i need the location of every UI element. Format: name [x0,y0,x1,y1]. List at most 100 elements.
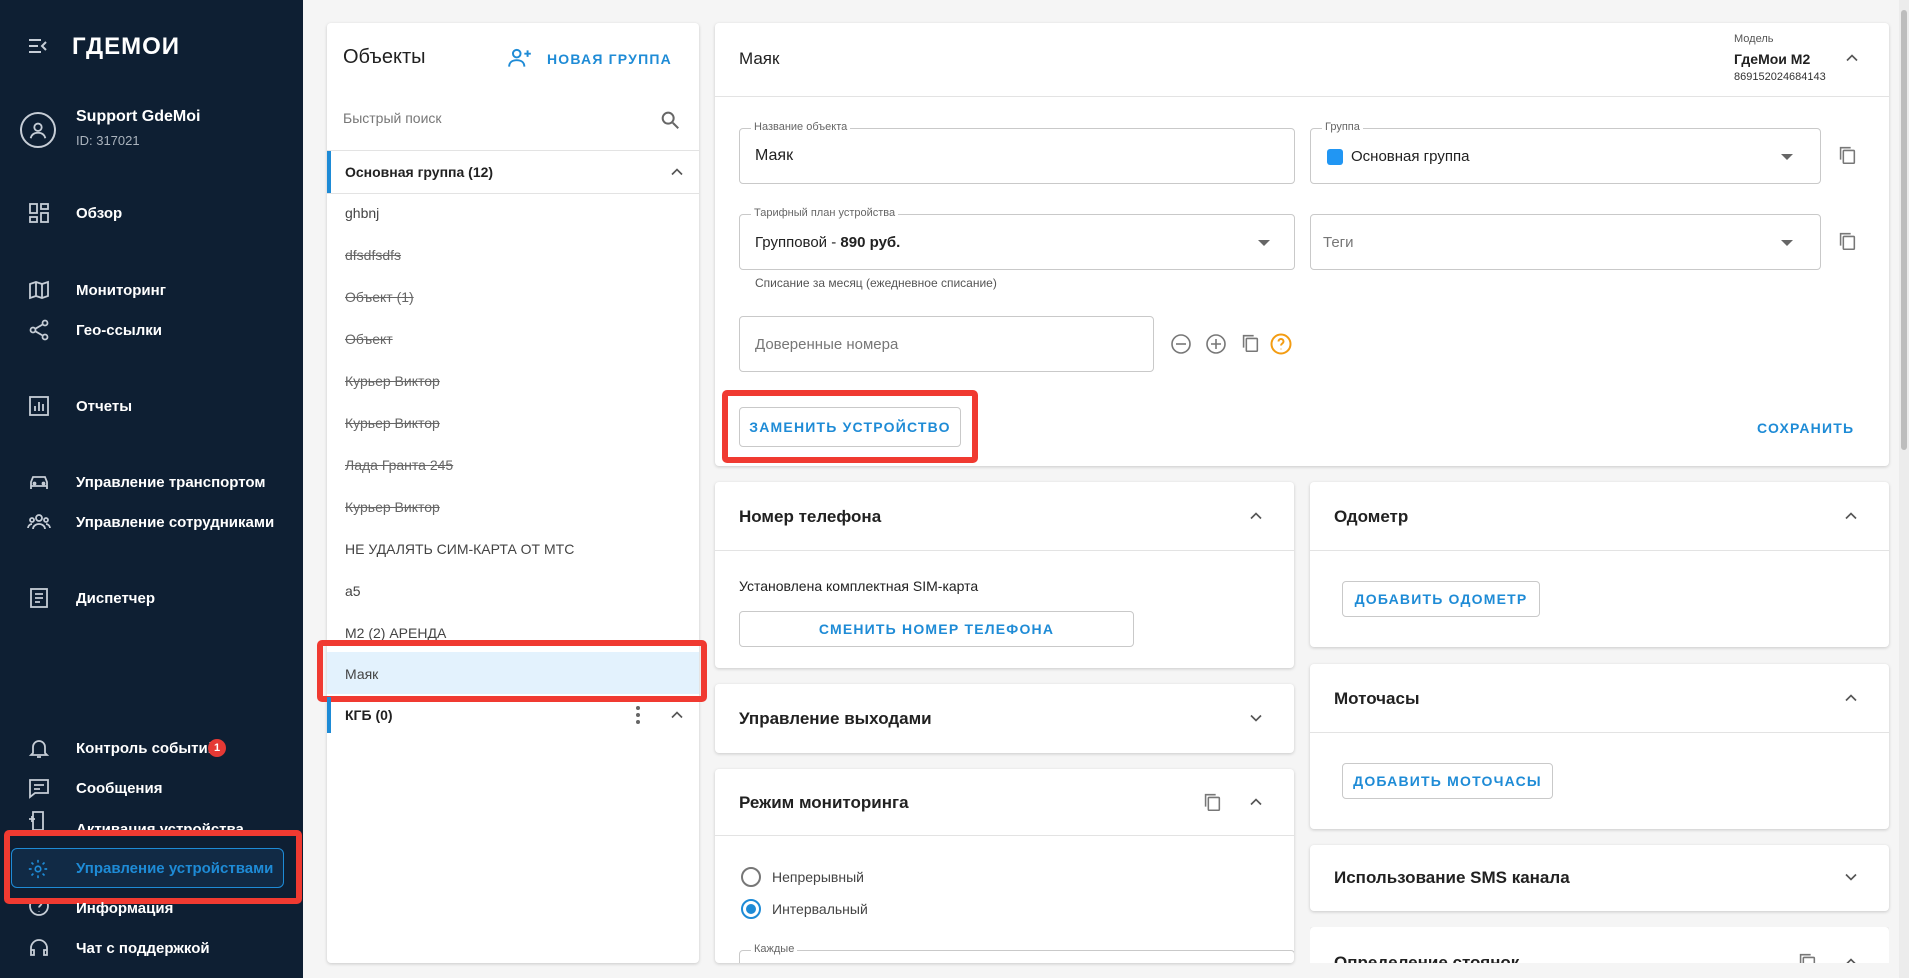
change-phone-button[interactable]: СМЕНИТЬ НОМЕР ТЕЛЕФОНА [739,611,1134,647]
interval-field[interactable]: Каждые [739,943,1294,963]
list-item[interactable]: Курьер Виктор [345,499,440,515]
add-device-icon[interactable] [24,811,54,831]
search-icon[interactable] [659,109,681,136]
objects-title: Объекты [343,46,426,68]
scrollbar-thumb[interactable] [1901,10,1907,450]
group-main-header[interactable]: Основная группа (12) [327,151,699,193]
list-item[interactable]: Объект (1) [345,289,414,305]
phone-text: Установлена комплектная SIM-карта [739,578,979,594]
model-name: ГдеМои М2 [1734,51,1811,67]
menu-item-overview[interactable]: Обзор [76,205,122,222]
map-icon[interactable] [24,275,54,305]
interval-label: Каждые [751,943,798,955]
car-icon[interactable] [24,467,54,497]
tags-select[interactable]: Теги [1310,214,1821,270]
save-button[interactable]: СОХРАНИТЬ [1757,420,1854,436]
group-kgb-name: КГБ [345,707,372,723]
object-name-value: Маяк [755,147,794,164]
list-item[interactable]: a5 [345,583,361,599]
avatar-icon[interactable] [20,112,56,148]
more-vert-icon[interactable] [635,706,641,724]
list-item[interactable]: ghbnj [345,205,379,221]
collapse-menu-icon[interactable] [26,34,50,58]
menu-item-employees[interactable]: Управление сотрудниками [76,514,274,531]
share-icon[interactable] [24,315,54,345]
monitoring-card: Режим мониторинга Непрерывный Интервальн… [715,769,1294,963]
menu-item-information[interactable]: Информация [76,900,173,917]
radio-interval[interactable] [741,899,761,919]
list-item[interactable]: M2 (2) АРЕНДА [345,625,446,641]
copy-icon[interactable] [1239,332,1261,359]
radio-continuous[interactable] [741,867,761,887]
list-item[interactable]: Курьер Виктор [345,373,440,389]
chevron-down-icon[interactable] [1841,867,1861,892]
list-item[interactable]: Курьер Виктор [345,415,440,431]
sidebar: ГДЕМОИ Support GdeMoi ID: 317021 Обзор М… [0,0,303,978]
chevron-down-icon[interactable] [1246,708,1266,733]
help-icon[interactable] [24,904,54,918]
object-name-label: Название объекта [751,121,851,133]
trusted-numbers-input[interactable]: Доверенные номера [739,316,1154,372]
chat-icon[interactable] [24,773,54,803]
remove-circle-icon[interactable] [1169,332,1193,361]
list-item[interactable]: НЕ УДАЛЯТЬ СИМ-КАРТА ОТ МТС [345,541,574,557]
chevron-down-icon [1781,240,1793,246]
menu-item-support-chat[interactable]: Чат с поддержкой [76,940,210,957]
motohours-card: Моточасы ДОБАВИТЬ МОТОЧАСЫ [1310,664,1889,829]
device-title: Маяк [739,49,780,68]
odometer-title: Одометр [1334,507,1409,526]
odometer-card: Одометр ДОБАВИТЬ ОДОМЕТР [1310,482,1889,647]
copy-icon[interactable] [1836,230,1858,257]
menu-item-events[interactable]: Контроль событий [76,740,217,757]
add-motohours-button[interactable]: ДОБАВИТЬ МОТОЧАСЫ [1342,763,1553,799]
group-kgb-header[interactable]: КГБ (0) [327,697,699,733]
tags-placeholder: Теги [1323,234,1354,251]
menu-item-monitoring[interactable]: Мониторинг [76,282,166,299]
group-select[interactable]: Группа Основная группа [1310,121,1821,184]
chevron-up-icon[interactable] [1246,792,1266,817]
list-item[interactable]: Объект [345,331,393,347]
chevron-up-icon[interactable] [667,162,687,187]
chevron-up-icon[interactable] [1842,48,1862,73]
dashboard-icon[interactable] [24,198,54,228]
chevron-up-icon[interactable] [1841,688,1861,713]
copy-icon[interactable] [1201,791,1223,818]
copy-icon[interactable] [1836,144,1858,171]
menu-item-transport[interactable]: Управление транспортом [76,474,265,491]
chevron-up-icon[interactable] [667,705,687,730]
help-icon[interactable] [1269,332,1293,361]
replace-device-button[interactable]: ЗАМЕНИТЬ УСТРОЙСТВО [739,407,961,447]
menu-item-reports[interactable]: Отчеты [76,398,132,415]
support-icon[interactable] [24,933,54,963]
list-item[interactable]: dfsdfsdfs [345,247,401,263]
new-group-button[interactable]: НОВАЯ ГРУППА [507,43,687,75]
copy-icon[interactable] [1796,951,1818,963]
document-icon[interactable] [24,583,54,613]
add-group-icon [507,45,533,76]
bell-icon[interactable] [24,733,54,763]
add-circle-icon[interactable] [1204,332,1228,361]
parking-card-clip: Определение стоянок [1310,927,1889,963]
group-label: Группа [1322,121,1363,133]
device-card: Маяк Модель ГдеМои М2 869152024684143 На… [715,23,1889,466]
tariff-select[interactable]: Тарифный план устройства Групповой - 890… [739,207,1295,270]
people-icon[interactable] [24,507,54,537]
menu-item-device-management[interactable]: Управление устройствами [11,848,284,888]
list-item[interactable]: Лада Гранта 245 [345,457,453,473]
chevron-up-icon[interactable] [1841,952,1861,963]
menu-item-geo-links[interactable]: Гео-ссылки [76,322,162,339]
chevron-up-icon[interactable] [1246,506,1266,531]
tariff-hint: Списание за месяц (ежедневное списание) [755,276,997,290]
group-kgb-count: (0) [375,707,393,723]
object-name-field[interactable]: Название объекта Маяк [739,121,1295,184]
menu-item-dispatcher[interactable]: Диспетчер [76,590,155,607]
menu-item-messages[interactable]: Сообщения [76,780,162,797]
chevron-up-icon[interactable] [1841,506,1861,531]
scrollbar[interactable] [1899,0,1909,978]
radio-interval-label: Интервальный [772,901,868,917]
add-odometer-button[interactable]: ДОБАВИТЬ ОДОМЕТР [1342,581,1540,617]
search-input[interactable]: Быстрый поиск [343,110,442,126]
bar-chart-icon[interactable] [24,391,54,421]
list-item-selected[interactable]: Маяк [345,666,378,682]
app-logo[interactable]: ГДЕМОИ [72,33,180,61]
